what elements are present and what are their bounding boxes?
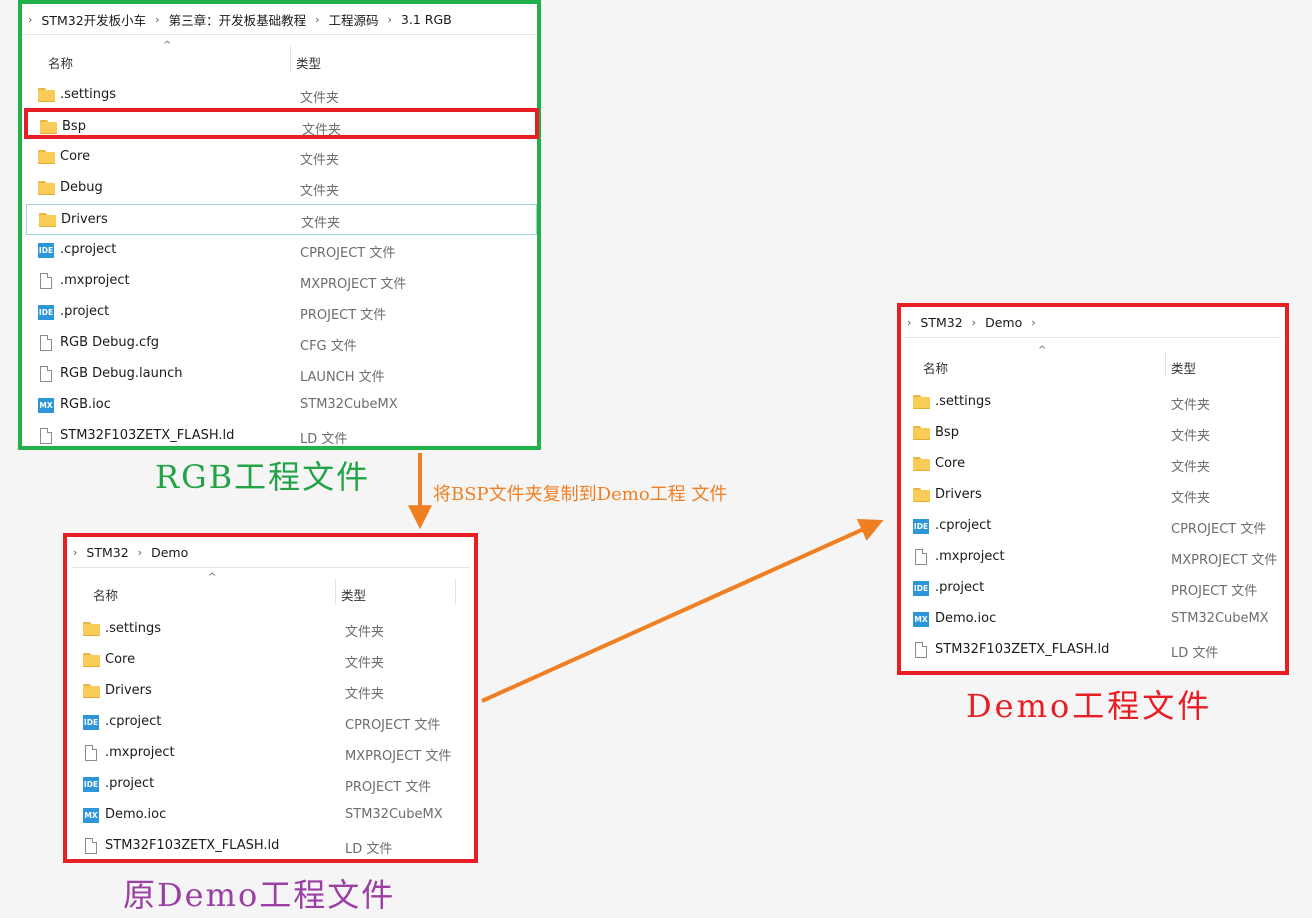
copy-instruction-caption: 将BSP文件夹复制到Demo工程 文件 bbox=[433, 484, 728, 505]
original-demo-caption: 原Demo工程文件 bbox=[123, 876, 396, 914]
rgb-project-caption: RGB工程文件 bbox=[155, 458, 371, 496]
merge-arrow bbox=[481, 518, 884, 703]
demo-project-caption: Demo工程文件 bbox=[966, 687, 1213, 725]
